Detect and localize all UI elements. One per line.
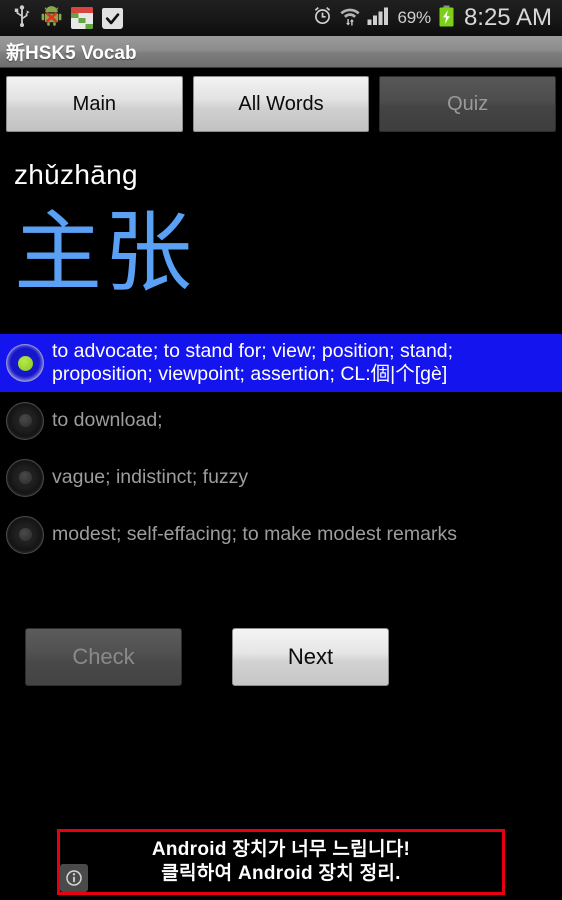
status-bar: 69% 8:25 AM [0, 0, 562, 36]
quiz-options-group: to advocate; to stand for; view; positio… [0, 334, 562, 563]
usb-icon [12, 4, 32, 32]
battery-percent-label: 69% [397, 8, 432, 27]
alarm-clock-icon [312, 5, 333, 31]
quiz-option-3[interactable]: vague; indistinct; fuzzy [0, 449, 562, 506]
next-button[interactable]: Next [232, 628, 389, 686]
ad-line-1: Android 장치가 너무 느립니다! [151, 838, 411, 860]
vocab-word-block: zhǔzhāng 主张 [0, 139, 562, 329]
quiz-option-1[interactable]: to advocate; to stand for; view; positio… [0, 334, 562, 392]
quiz-option-2[interactable]: to download; [0, 392, 562, 449]
phone-screen: 69% 8:25 AM 新HSK5 Vocab Main All Words Q… [0, 0, 562, 900]
tab-all-words[interactable]: All Words [192, 76, 370, 132]
shopping-bag-check-icon [102, 7, 123, 29]
radio-button-icon[interactable] [6, 458, 44, 497]
radio-button-selected-icon[interactable] [6, 344, 44, 382]
quiz-option-2-label: to download; [52, 409, 163, 431]
battery-charging-icon [438, 5, 455, 32]
quiz-option-1-label: to advocate; to stand for; view; positio… [52, 340, 454, 385]
status-bar-left-icons [12, 4, 123, 32]
tab-quiz[interactable]: Quiz [379, 76, 557, 132]
tab-main-label: Main [72, 92, 117, 115]
wifi-icon [339, 5, 360, 31]
signal-bars-icon [367, 5, 391, 31]
radio-button-icon[interactable] [6, 515, 44, 554]
quiz-option-3-label: vague; indistinct; fuzzy [52, 466, 249, 488]
status-bar-right-icons: 69% 8:25 AM [312, 4, 552, 32]
tab-main[interactable]: Main [6, 76, 183, 132]
tab-quiz-label: Quiz [447, 92, 489, 115]
status-bar-clock: 8:25 AM [463, 4, 552, 31]
app-title-bar: 新HSK5 Vocab [0, 36, 562, 68]
android-debug-icon [41, 5, 62, 31]
ad-line-2: 클릭하여 Android 장치 정리. [161, 863, 401, 884]
app-title: 新HSK5 Vocab [6, 43, 137, 64]
check-button-label: Check [72, 644, 135, 669]
tab-all-words-label: All Words [238, 92, 324, 115]
check-button[interactable]: Check [25, 628, 182, 686]
quiz-action-buttons: Check Next [0, 628, 562, 690]
radio-button-icon[interactable] [6, 401, 44, 440]
ad-info-icon[interactable] [60, 864, 88, 892]
quiz-option-4-label: modest; self-effacing; to make modest re… [52, 523, 457, 545]
ad-banner[interactable]: Android 장치가 너무 느립니다! 클릭하여 Android 장치 정리. [57, 829, 505, 895]
next-button-label: Next [287, 644, 334, 669]
hanzi-text: 主张 [14, 201, 195, 304]
calendar-icon [71, 7, 93, 29]
tab-bar: Main All Words Quiz [0, 69, 562, 139]
quiz-option-4[interactable]: modest; self-effacing; to make modest re… [0, 506, 562, 563]
pinyin-text: zhǔzhāng [14, 159, 138, 190]
